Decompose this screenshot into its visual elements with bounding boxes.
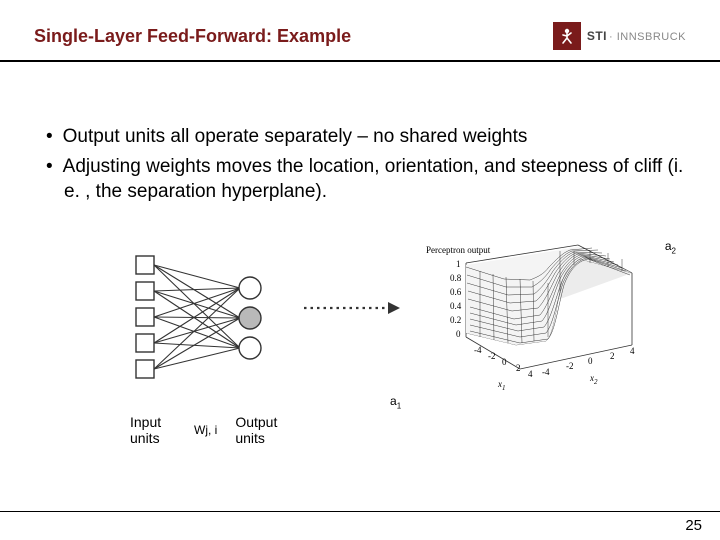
ytick: 2 [610,351,615,361]
brand-sub: · INNSBRUCK [609,31,686,43]
weight-label: Wj, i [194,423,217,437]
xtick: 2 [516,363,521,373]
xtick: -4 [474,345,482,355]
ztick: 0 [456,329,461,339]
xtick: 4 [528,369,533,379]
brand-logo: STI· INNSBRUCK [553,22,686,50]
surface-plot: Perceptron output 1 0.8 0.6 0.4 0.2 0 [420,241,670,406]
ytick: -4 [542,367,550,377]
page-number: 25 [685,517,702,534]
a2-label: a2 [665,239,676,255]
yaxis-label: x2 [589,373,598,386]
xtick: -2 [488,351,496,361]
nn-caption: Input units Wj, i Output units [34,414,686,446]
ztick: 0.8 [450,273,462,283]
page-title: Single-Layer Feed-Forward: Example [34,26,351,47]
bullet-item: Adjusting weights moves the location, or… [46,154,686,205]
xaxis-label: x1 [497,379,506,392]
ytick: 0 [588,356,593,366]
ytick: 4 [630,346,635,356]
header-divider [0,60,720,62]
ztick: 0.4 [450,301,462,311]
bullet-list: Output units all operate separately – no… [34,124,686,205]
input-units-label: Input units [130,414,176,446]
ytick: -2 [566,361,574,371]
brand-text: STI· INNSBRUCK [587,29,686,43]
nn-diagram [122,248,292,398]
footer-divider [0,511,720,512]
bullet-item: Output units all operate separately – no… [46,124,686,150]
sti-logo-icon [553,22,581,50]
brand-main: STI [587,29,607,43]
plot-zlabel: Perceptron output [426,245,491,255]
dotted-arrow-icon [302,298,402,318]
output-units-label: Output units [235,414,287,446]
ztick: 0.6 [450,287,462,297]
ztick: 0.2 [450,315,461,325]
ztick: 1 [456,259,461,269]
a1-label: a1 [390,394,401,410]
xtick: 0 [502,357,507,367]
